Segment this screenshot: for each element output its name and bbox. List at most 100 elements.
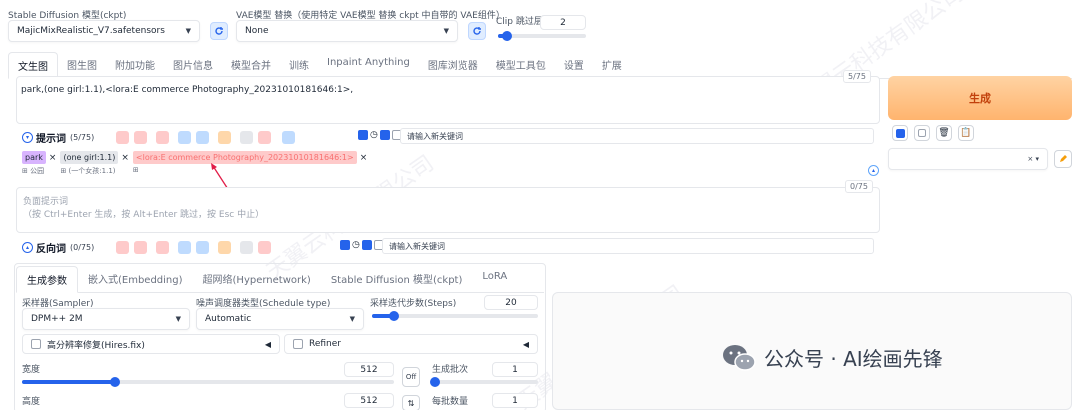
collapse-chevron-icon[interactable]: ▾: [22, 132, 33, 143]
negative-prompt-textarea[interactable]: 负面提示词 （按 Ctrl+Enter 生成，按 Alt+Enter 跳过，按 …: [16, 187, 880, 233]
schedule-select[interactable]: Automatic ▼: [196, 308, 364, 330]
params-tab-2[interactable]: 超网络(Hypernetwork): [193, 266, 321, 292]
tab-5[interactable]: 训练: [280, 52, 318, 78]
steps-slider[interactable]: [372, 311, 538, 321]
settings-icon[interactable]: [282, 131, 296, 144]
bookmark-add-icon[interactable]: [196, 241, 210, 254]
prompt-tag[interactable]: park × ⊞ 公园: [22, 151, 56, 176]
wechat-watermark: 公众号 · AI绘画先锋: [722, 343, 943, 372]
generate-button[interactable]: 生成: [888, 76, 1072, 120]
tab-9[interactable]: 设置: [555, 52, 593, 78]
close-icon[interactable]: ×: [49, 153, 57, 163]
style-select[interactable]: × ▾: [888, 148, 1048, 170]
width-number-input[interactable]: 512: [344, 362, 394, 377]
batch-count-slider[interactable]: [430, 377, 538, 387]
bookmark-icon[interactable]: [178, 131, 192, 144]
translate-icon[interactable]: ⊞: [60, 167, 68, 175]
bookmark-add-icon[interactable]: [196, 131, 210, 144]
model-select[interactable]: MajicMixRealistic_V7.safetensors ▼: [8, 20, 200, 42]
model-value: MajicMixRealistic_V7.safetensors: [17, 26, 165, 36]
gear-icon[interactable]: [134, 131, 148, 144]
refresh-icon: [215, 27, 223, 35]
collapse-up-icon[interactable]: ▴: [868, 165, 879, 176]
copy-icon[interactable]: [156, 241, 170, 254]
image-icon[interactable]: [218, 241, 232, 254]
clock-icon[interactable]: ◷: [370, 130, 378, 140]
globe-icon[interactable]: [116, 241, 130, 254]
tab-4[interactable]: 模型合并: [222, 52, 280, 78]
checkbox-icon[interactable]: [358, 130, 368, 140]
history-icon[interactable]: [240, 241, 254, 254]
batch-size-input[interactable]: 1: [492, 393, 538, 408]
prompt-textarea[interactable]: park,(one girl:1.1),<lora:E commerce Pho…: [16, 76, 880, 124]
edit-style-button[interactable]: [1054, 150, 1072, 168]
tab-2[interactable]: 附加功能: [106, 52, 164, 78]
translate-icon[interactable]: ⊞: [133, 166, 139, 174]
prompt-keyword-placeholder: 请输入新关键词: [407, 131, 463, 141]
square-icon[interactable]: [914, 125, 930, 141]
close-icon[interactable]: ×: [121, 153, 129, 163]
tab-6[interactable]: Inpaint Anything: [318, 52, 419, 78]
resolution-toggle-button[interactable]: Off: [402, 367, 420, 387]
prompt-keyword-input[interactable]: 请输入新关键词: [400, 128, 874, 144]
tab-8[interactable]: 模型工具包: [487, 52, 555, 78]
vae-value: None: [245, 26, 269, 36]
gear-icon[interactable]: [134, 241, 148, 254]
width-label: 宽度: [22, 365, 41, 375]
checkmark-icon[interactable]: [892, 125, 908, 141]
hires-fix-accordion[interactable]: 高分辨率修复(Hires.fix) ◀: [22, 334, 280, 354]
refresh-vae-button[interactable]: [468, 22, 486, 40]
hires-fix-checkbox[interactable]: [31, 339, 41, 349]
trash-icon[interactable]: 🗑: [936, 125, 952, 141]
prompt-tag[interactable]: <lora:E commerce Photography_20231010181…: [132, 151, 368, 174]
negative-keyword-input[interactable]: 请输入新关键词: [382, 238, 874, 254]
width-slider[interactable]: [22, 377, 394, 387]
chevron-down-icon: ▼: [349, 315, 355, 323]
vae-select[interactable]: None ▼: [236, 20, 458, 42]
checkbox-icon[interactable]: [361, 240, 372, 250]
clip-number-input[interactable]: 2: [540, 15, 586, 30]
params-tab-0[interactable]: 生成参数: [16, 266, 78, 293]
tab-3[interactable]: 图片信息: [164, 52, 222, 78]
tab-1[interactable]: 图生图: [58, 52, 106, 78]
refiner-accordion[interactable]: Refiner ◀: [284, 334, 538, 354]
bookmark-icon[interactable]: [178, 241, 192, 254]
caret-left-icon: ◀: [264, 339, 271, 349]
tab-0[interactable]: 文生图: [8, 52, 58, 79]
negative-placeholder-line2: （按 Ctrl+Enter 生成，按 Alt+Enter 跳过，按 Esc 中止…: [23, 210, 265, 220]
globe-icon[interactable]: [116, 131, 130, 144]
style-actions: 🗑 📋: [892, 125, 974, 141]
prompt-title: 提示词: [36, 134, 66, 145]
tab-7[interactable]: 图库浏览器: [419, 52, 487, 78]
checkbox-icon[interactable]: [379, 130, 390, 140]
prompt-tag[interactable]: (one girl:1.1) × ⊞ (一个女孩:1.1): [60, 151, 129, 176]
refiner-checkbox[interactable]: [293, 339, 303, 349]
history-icon[interactable]: [240, 131, 254, 144]
checkbox-icon[interactable]: [340, 240, 350, 250]
height-number-input[interactable]: 512: [344, 393, 394, 408]
trash-icon[interactable]: [258, 131, 272, 144]
copy-icon[interactable]: [156, 131, 170, 144]
clip-slider[interactable]: [498, 31, 586, 41]
sampler-value: DPM++ 2M: [31, 314, 83, 324]
sampler-select[interactable]: DPM++ 2M ▼: [22, 308, 190, 330]
tag-text[interactable]: (one girl:1.1): [60, 151, 119, 164]
clipboard-icon[interactable]: 📋: [958, 125, 974, 141]
params-tab-3[interactable]: Stable Diffusion 模型(ckpt): [321, 266, 473, 292]
tag-text[interactable]: park: [22, 151, 46, 164]
tab-10[interactable]: 扩展: [593, 52, 631, 78]
close-icon[interactable]: ×: [360, 153, 368, 163]
caret-left-icon: ◀: [522, 339, 529, 349]
params-tab-4[interactable]: LoRA: [472, 266, 517, 292]
trash-icon[interactable]: [258, 241, 272, 254]
image-icon[interactable]: [218, 131, 232, 144]
swap-dimensions-icon[interactable]: ⇅: [402, 395, 420, 410]
params-tab-1[interactable]: 嵌入式(Embedding): [78, 266, 193, 292]
negative-title: 反向词: [36, 244, 66, 255]
refresh-model-button[interactable]: [210, 22, 228, 40]
batch-count-input[interactable]: 1: [492, 362, 538, 377]
collapse-chevron-icon[interactable]: ▴: [22, 242, 33, 253]
clock-icon[interactable]: ◷: [352, 240, 360, 250]
translate-icon[interactable]: ⊞: [22, 167, 30, 175]
steps-number-input[interactable]: 20: [484, 295, 538, 310]
